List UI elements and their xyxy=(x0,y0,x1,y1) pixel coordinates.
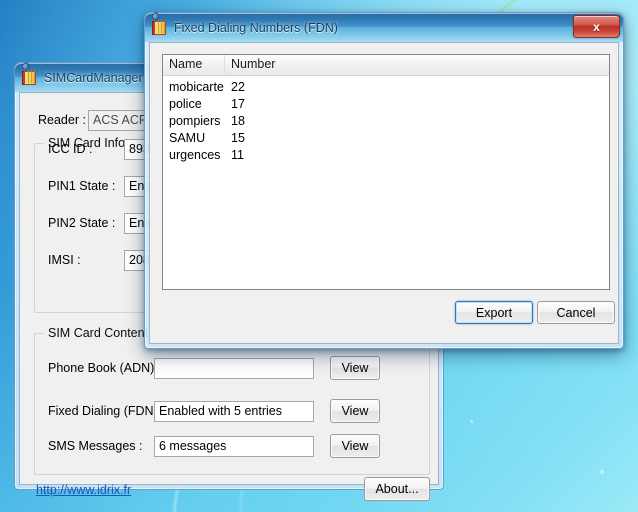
cell-name: pompiers xyxy=(169,114,221,128)
imsi-label: IMSI : xyxy=(48,253,81,267)
table-row[interactable]: urgences 11 xyxy=(163,147,609,164)
cell-name: urgences xyxy=(169,148,221,162)
view-phone-book-button[interactable]: View xyxy=(330,356,380,380)
table-row[interactable]: SAMU 15 xyxy=(163,130,609,147)
listview-header-row: Name Number xyxy=(163,55,609,76)
idrix-website-link[interactable]: http://www.idrix.fr xyxy=(36,483,131,497)
table-row[interactable]: police 17 xyxy=(163,96,609,113)
fdn-listview[interactable]: Name Number mobicarte 22 police 17 pompi… xyxy=(162,54,610,290)
main-window-title: SIMCardManager - xyxy=(44,70,151,85)
column-header-number[interactable]: Number xyxy=(225,55,609,75)
table-row[interactable]: mobicarte 22 xyxy=(163,79,609,96)
fixed-dialing-fdn-label: Fixed Dialing (FDN) : xyxy=(48,404,165,418)
cell-name: SAMU xyxy=(169,131,206,145)
pin1-state-label: PIN1 State : xyxy=(48,179,116,193)
listview-body: mobicarte 22 police 17 pompiers 18 SAMU … xyxy=(163,76,609,164)
cell-number: 11 xyxy=(231,148,244,162)
sim-card-content-group-title: SIM Card Content xyxy=(44,326,153,340)
about-button[interactable]: About... xyxy=(364,477,430,501)
column-header-name[interactable]: Name xyxy=(163,55,225,75)
view-sms-messages-button[interactable]: View xyxy=(330,434,380,458)
wallpaper-spark xyxy=(600,470,604,474)
cell-number: 15 xyxy=(231,131,245,145)
phone-book-adn-label: Phone Book (ADN) : xyxy=(48,361,162,375)
cell-name: mobicarte xyxy=(169,80,224,94)
phone-book-adn-field[interactable] xyxy=(154,358,314,379)
sms-messages-field[interactable]: 6 messages xyxy=(154,436,314,457)
cell-number: 17 xyxy=(231,97,245,111)
cell-number: 18 xyxy=(231,114,245,128)
dialog-client-area: Name Number mobicarte 22 police 17 pompi… xyxy=(149,42,619,344)
dialog-title: Fixed Dialing Numbers (FDN) xyxy=(174,20,338,35)
table-row[interactable]: pompiers 18 xyxy=(163,113,609,130)
cell-number: 22 xyxy=(231,80,245,94)
cancel-button[interactable]: Cancel xyxy=(537,301,615,324)
cell-name: police xyxy=(169,97,202,111)
wallpaper-spark xyxy=(470,420,473,423)
reader-row: Reader : xyxy=(38,113,86,127)
export-button[interactable]: Export xyxy=(455,301,533,324)
sms-messages-label: SMS Messages : xyxy=(48,439,143,453)
fixed-dialing-numbers-dialog[interactable]: Fixed Dialing Numbers (FDN) x Name Numbe… xyxy=(144,11,624,349)
fixed-dialing-fdn-field[interactable]: Enabled with 5 entries xyxy=(154,401,314,422)
sim-card-icon xyxy=(20,61,38,86)
close-icon[interactable]: x xyxy=(573,15,620,38)
sim-card-icon xyxy=(150,11,168,36)
reader-label: Reader : xyxy=(38,113,86,127)
view-fixed-dialing-button[interactable]: View xyxy=(330,399,380,423)
icc-id-label: ICC ID : xyxy=(48,142,93,156)
pin2-state-label: PIN2 State : xyxy=(48,216,116,230)
dialog-titlebar[interactable]: Fixed Dialing Numbers (FDN) x xyxy=(145,11,623,42)
